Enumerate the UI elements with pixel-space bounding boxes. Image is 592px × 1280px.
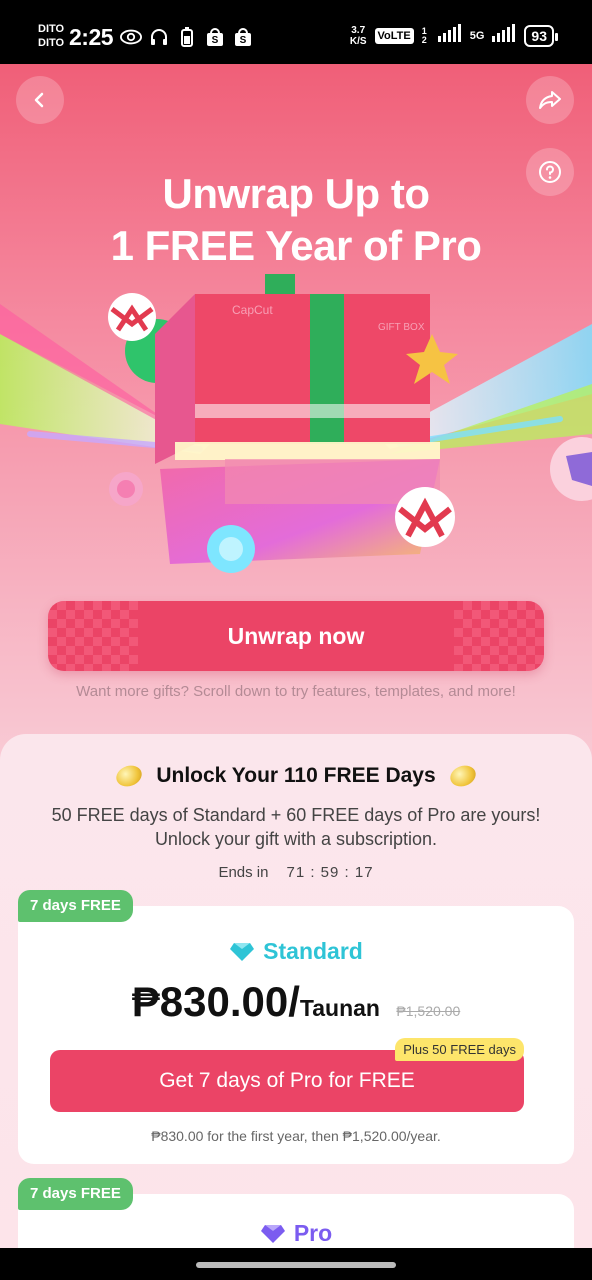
box-brand: CapCut — [232, 303, 273, 317]
original-price: ₱1,520.00 — [396, 1003, 461, 1019]
svg-text:S: S — [240, 35, 247, 46]
coin-icon — [447, 762, 479, 790]
checker-pattern-right — [454, 601, 544, 671]
checker-pattern-left — [48, 601, 138, 671]
svg-text:S: S — [212, 35, 219, 46]
signal-icon — [437, 24, 462, 47]
battery-saver-icon — [176, 26, 198, 48]
back-button[interactable] — [16, 76, 64, 124]
sim-indicator: 1 2 — [421, 25, 427, 45]
coin-icon — [113, 762, 145, 790]
network-speed-value: 3.7 — [351, 24, 366, 36]
free-trial-tag: 7 days FREE — [18, 890, 133, 922]
hero-title-line-1: Unwrap Up to — [162, 170, 430, 217]
scroll-hint: Want more gifts? Scroll down to try feat… — [76, 683, 516, 700]
plan-name: Standard — [263, 938, 363, 964]
shopee-icon: S — [204, 26, 226, 48]
offer-subtitle: 50 FREE days of Standard + 60 FREE days … — [51, 805, 541, 849]
unwrap-now-label: Unwrap now — [227, 623, 365, 649]
volte-badge: VoLTE — [374, 27, 414, 44]
plan-period: Taunan — [299, 995, 380, 1021]
network-type: 5G — [469, 29, 485, 42]
carrier-labels: DITO DITO — [38, 22, 64, 50]
signal-icon-2 — [492, 24, 516, 47]
status-bar: DITO DITO 2:25 S S 3.7 K/S VoLTE 1 2 5G — [0, 0, 592, 64]
gift-box-illustration: CapCut GIFT BOX — [0, 274, 592, 573]
carrier-1: DITO — [38, 23, 65, 35]
plan-name: Pro — [293, 1220, 333, 1246]
hero-title: Unwrap Up to 1 FREE Year of Pro — [0, 168, 592, 272]
plan-name-row: Pro — [18, 1220, 574, 1247]
promo-page: Unwrap Up to 1 FREE Year of Pro CapCut G… — [0, 64, 592, 1248]
shopee-icon: S — [232, 26, 254, 48]
countdown-timer: 71 : 59 : 17 — [286, 864, 374, 881]
diamond-icon — [230, 942, 255, 961]
countdown: Ends in 71 : 59 : 17 — [0, 864, 592, 881]
price-row: ₱830.00/Taunan ₱1,520.00 — [18, 978, 574, 1026]
diamond-icon — [260, 1224, 285, 1243]
battery-indicator: 93 — [524, 24, 558, 47]
notification-icons: S S — [120, 26, 254, 48]
plan-card-standard[interactable]: Standard ₱830.00/Taunan ₱1,520.00 Get 7 … — [18, 906, 574, 1164]
system-indicators: 3.7 K/S VoLTE 1 2 5G 93 — [350, 24, 558, 47]
clock: 2:25 — [69, 24, 114, 50]
unwrap-now-button[interactable]: Unwrap now — [48, 601, 544, 671]
network-speed-unit: K/S — [349, 35, 367, 47]
plan-price: ₱830.00/ — [131, 978, 300, 1025]
pricing-fine-print: ₱830.00 for the first year, then ₱1,520.… — [151, 1128, 441, 1144]
share-button[interactable] — [526, 76, 574, 124]
eye-icon — [120, 26, 142, 48]
home-gesture-handle[interactable] — [196, 1262, 396, 1268]
box-label: GIFT BOX — [378, 322, 425, 333]
free-trial-tag: 7 days FREE — [18, 1178, 133, 1210]
headphones-icon — [148, 26, 170, 48]
offer-title: Unlock Your 110 FREE Days — [156, 764, 436, 787]
offer-title-row: Unlock Your 110 FREE Days — [0, 762, 592, 790]
bonus-badge: Plus 50 FREE days — [395, 1038, 524, 1061]
carrier-2: DITO — [38, 37, 65, 49]
navigation-bar — [0, 1248, 592, 1280]
ends-label: Ends in — [218, 864, 269, 881]
plan-name-row: Standard — [18, 938, 574, 965]
share-icon — [539, 91, 561, 109]
network-speed: 3.7 K/S — [350, 25, 367, 47]
chevron-left-icon — [34, 92, 44, 108]
